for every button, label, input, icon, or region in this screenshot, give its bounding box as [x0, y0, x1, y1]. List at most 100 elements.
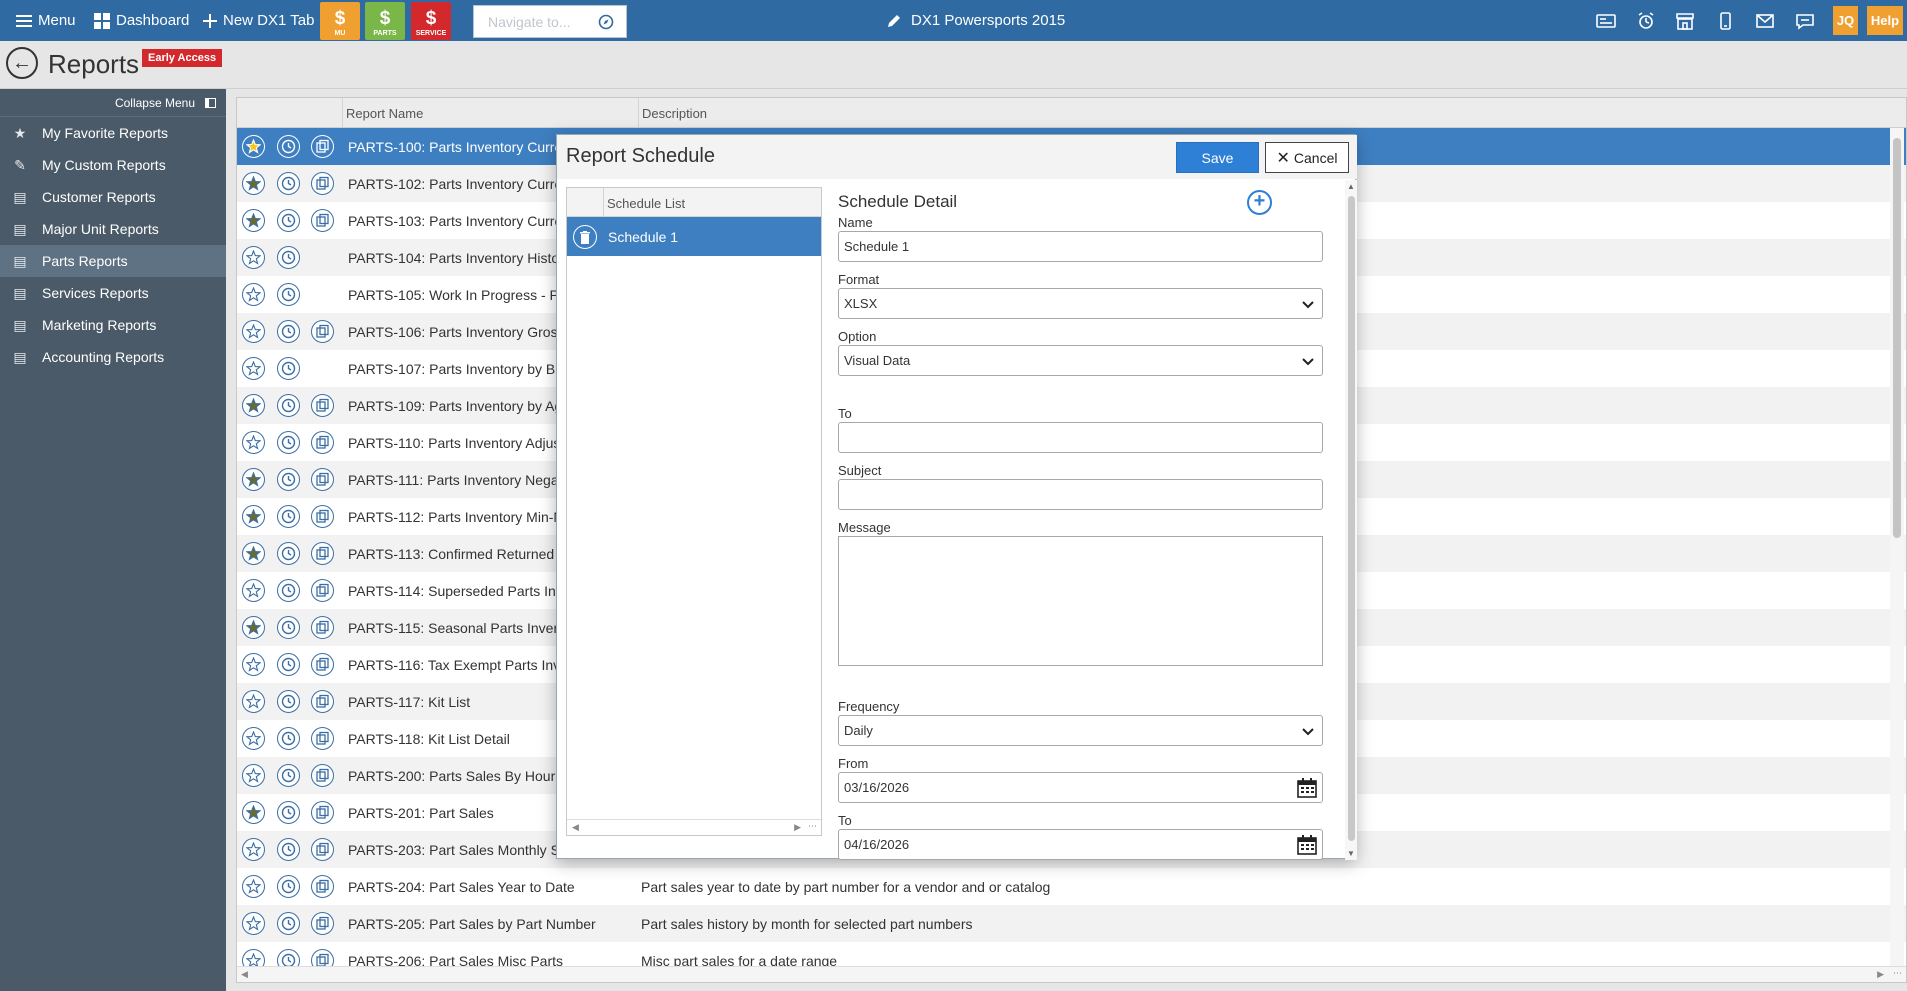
star-icon[interactable] — [242, 875, 265, 898]
clock-icon[interactable] — [277, 209, 300, 232]
calendar-icon[interactable] — [1296, 777, 1318, 799]
clock-icon[interactable] — [277, 246, 300, 269]
option-select[interactable]: Visual Data — [838, 345, 1323, 376]
star-icon[interactable] — [242, 468, 265, 491]
star-icon[interactable] — [242, 801, 265, 824]
scroll-left-icon[interactable]: ◀ — [241, 969, 248, 980]
alarm-icon[interactable] — [1636, 12, 1656, 30]
module-parts-button[interactable]: $ PARTS — [365, 2, 405, 40]
column-header-description[interactable]: Description — [642, 106, 707, 121]
add-schedule-icon[interactable]: + — [1247, 190, 1272, 215]
copy-icon[interactable] — [311, 468, 334, 491]
schedule-list-scrollbar[interactable]: ◀ ▶ ⋯ — [567, 819, 821, 835]
clock-icon[interactable] — [277, 616, 300, 639]
grid-vertical-scrollbar[interactable] — [1890, 128, 1904, 968]
table-row[interactable]: PARTS-205: Part Sales by Part Number Part… — [237, 905, 1906, 942]
store-icon[interactable] — [1675, 12, 1695, 30]
copy-icon[interactable] — [311, 579, 334, 602]
mobile-icon[interactable] — [1715, 12, 1735, 30]
clock-icon[interactable] — [277, 727, 300, 750]
clock-icon[interactable] — [277, 912, 300, 935]
clock-icon[interactable] — [277, 357, 300, 380]
scrollbar-thumb[interactable] — [1893, 138, 1901, 538]
from-date-field[interactable] — [844, 780, 1317, 795]
copy-icon[interactable] — [311, 653, 334, 676]
sidebar-item[interactable]: ▤ Customer Reports — [0, 181, 226, 213]
star-icon[interactable] — [242, 135, 265, 158]
sidebar-item[interactable]: ★ My Favorite Reports — [0, 117, 226, 149]
module-service-button[interactable]: $ SERVICE — [411, 2, 451, 40]
star-icon[interactable] — [242, 431, 265, 454]
star-icon[interactable] — [242, 764, 265, 787]
user-avatar[interactable]: JQ — [1833, 6, 1858, 35]
to-email-field[interactable] — [844, 430, 1317, 445]
grid-horizontal-scrollbar[interactable]: ◀ ▶ ⋯ — [237, 966, 1906, 982]
clock-icon[interactable] — [277, 394, 300, 417]
dashboard-button[interactable]: Dashboard — [94, 0, 189, 41]
format-select[interactable]: XLSX — [838, 288, 1323, 319]
schedule-list-item[interactable]: Schedule 1 — [567, 217, 821, 256]
more-icon[interactable]: ⋯ — [1893, 968, 1902, 979]
star-icon[interactable] — [242, 394, 265, 417]
clock-icon[interactable] — [277, 283, 300, 306]
star-icon[interactable] — [242, 320, 265, 343]
star-icon[interactable] — [242, 283, 265, 306]
sidebar-item[interactable]: ✎ My Custom Reports — [0, 149, 226, 181]
message-field[interactable] — [839, 537, 1322, 665]
scroll-up-icon[interactable]: ▲ — [1345, 182, 1357, 191]
copy-icon[interactable] — [311, 135, 334, 158]
scroll-right-icon[interactable]: ▶ — [1877, 969, 1884, 980]
more-icon[interactable]: ⋯ — [808, 821, 817, 832]
copy-icon[interactable] — [311, 394, 334, 417]
star-icon[interactable] — [242, 727, 265, 750]
to-date-field[interactable] — [844, 837, 1317, 852]
copy-icon[interactable] — [311, 912, 334, 935]
sidebar-item[interactable]: ▤ Marketing Reports — [0, 309, 226, 341]
pencil-icon[interactable] — [886, 13, 902, 29]
star-icon[interactable] — [242, 357, 265, 380]
star-icon[interactable] — [242, 246, 265, 269]
scroll-right-icon[interactable]: ▶ — [794, 822, 801, 833]
copy-icon[interactable] — [311, 505, 334, 528]
scrollbar-thumb[interactable] — [1348, 196, 1355, 841]
copy-icon[interactable] — [311, 727, 334, 750]
clock-icon[interactable] — [277, 801, 300, 824]
id-card-icon[interactable] — [1596, 12, 1616, 30]
cancel-button[interactable]: ✕ Cancel — [1265, 142, 1349, 173]
copy-icon[interactable] — [311, 542, 334, 565]
copy-icon[interactable] — [311, 431, 334, 454]
name-field[interactable] — [844, 239, 1317, 254]
clock-icon[interactable] — [277, 579, 300, 602]
sidebar-item[interactable]: ▤ Parts Reports — [0, 245, 226, 277]
scroll-down-icon[interactable]: ▼ — [1345, 849, 1357, 858]
copy-icon[interactable] — [311, 838, 334, 861]
star-icon[interactable] — [242, 542, 265, 565]
clock-icon[interactable] — [277, 542, 300, 565]
navigate-input[interactable] — [488, 13, 598, 30]
mail-icon[interactable] — [1755, 12, 1775, 30]
save-button[interactable]: Save — [1176, 142, 1259, 173]
clock-icon[interactable] — [277, 320, 300, 343]
star-icon[interactable] — [242, 579, 265, 602]
clock-icon[interactable] — [277, 431, 300, 454]
column-header-report-name[interactable]: Report Name — [346, 106, 423, 121]
copy-icon[interactable] — [311, 875, 334, 898]
sidebar-item[interactable]: ▤ Services Reports — [0, 277, 226, 309]
copy-icon[interactable] — [311, 764, 334, 787]
chat-icon[interactable] — [1795, 12, 1815, 30]
clock-icon[interactable] — [277, 505, 300, 528]
clock-icon[interactable] — [277, 838, 300, 861]
trash-icon[interactable] — [573, 225, 597, 249]
star-icon[interactable] — [242, 690, 265, 713]
subject-field[interactable] — [844, 487, 1317, 502]
copy-icon[interactable] — [311, 172, 334, 195]
copy-icon[interactable] — [311, 690, 334, 713]
star-icon[interactable] — [242, 172, 265, 195]
new-tab-button[interactable]: New DX1 Tab — [203, 0, 314, 41]
back-arrow-icon[interactable]: ← — [6, 47, 38, 79]
module-mu-button[interactable]: $ MU — [320, 2, 360, 40]
star-icon[interactable] — [242, 505, 265, 528]
table-row[interactable]: PARTS-204: Part Sales Year to Date Part s… — [237, 868, 1906, 905]
collapse-menu-button[interactable]: Collapse Menu — [0, 89, 226, 117]
dialog-vertical-scrollbar[interactable]: ▲ ▼ — [1345, 180, 1357, 860]
